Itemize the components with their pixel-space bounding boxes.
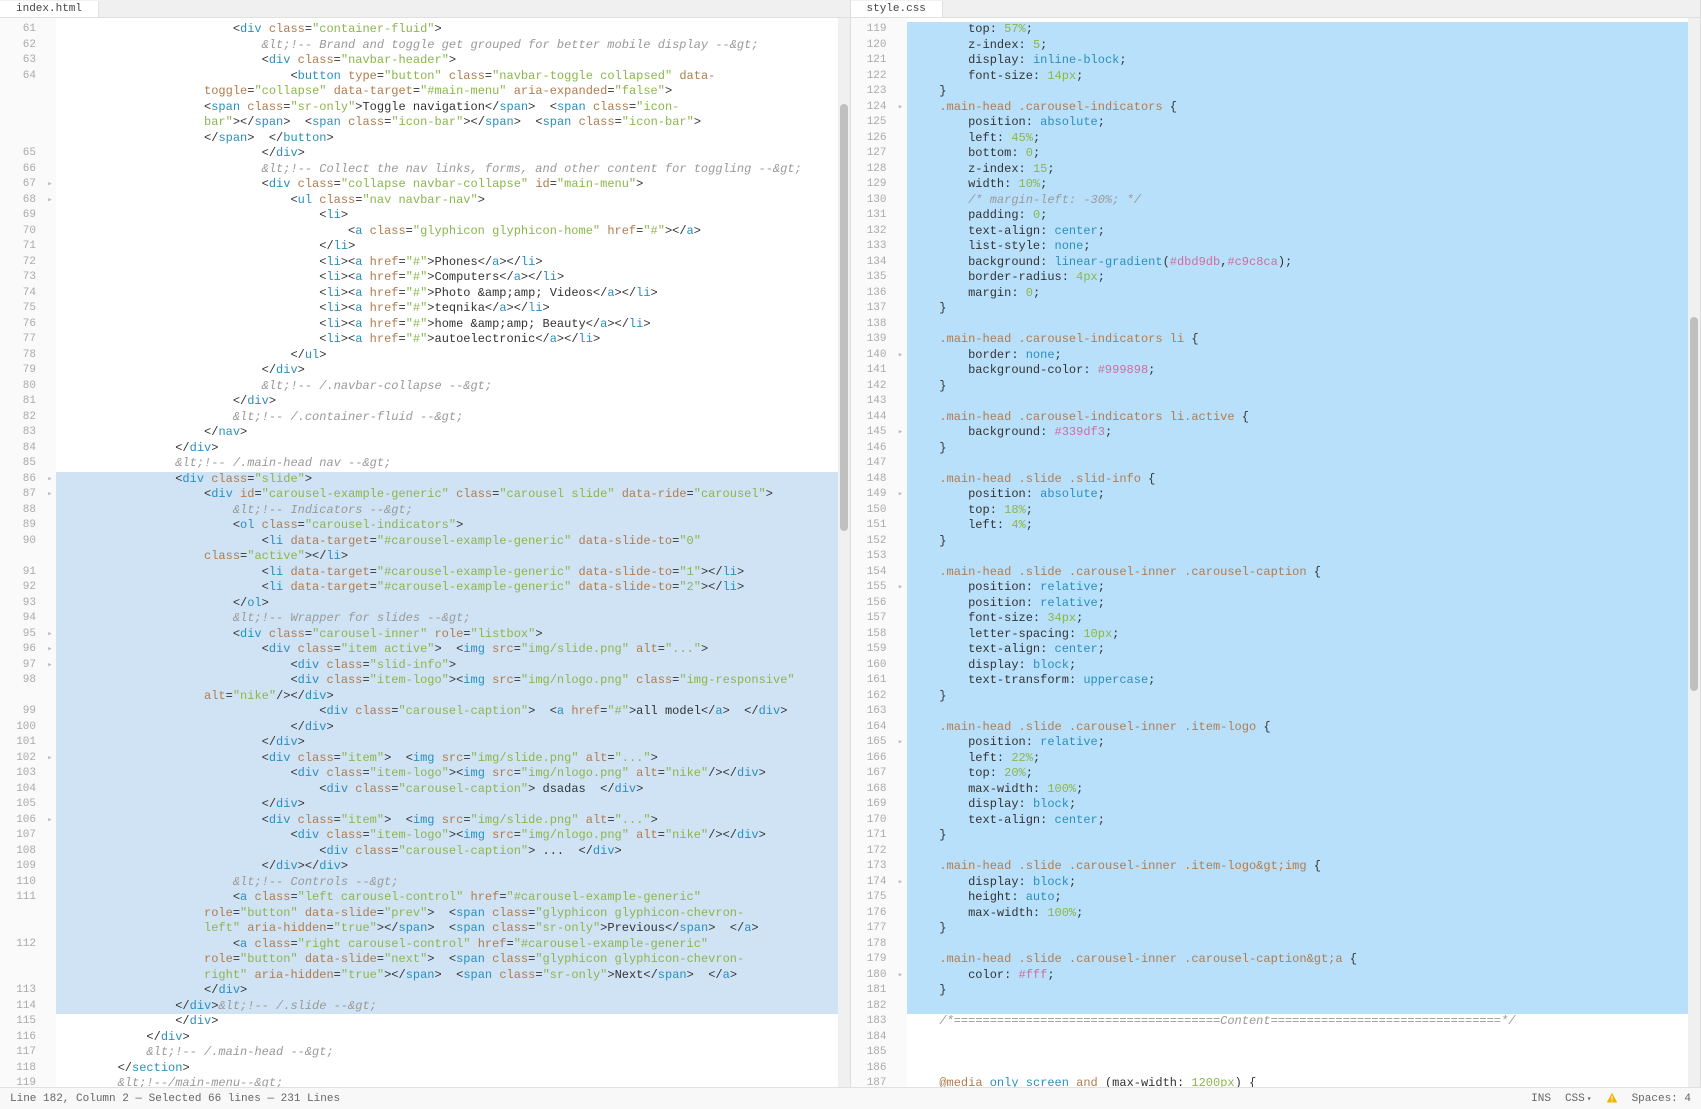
tab-index-html[interactable]: index.html [0, 1, 99, 17]
right-pane: style.css 119120121122123124125126127128… [851, 0, 1701, 1087]
tab-style-css[interactable]: style.css [851, 1, 943, 17]
warning-icon [1606, 1092, 1618, 1104]
status-warn[interactable] [1606, 1092, 1618, 1105]
status-ins[interactable]: INS [1531, 1093, 1551, 1105]
right-scrollbar[interactable] [1688, 18, 1700, 1087]
right-code-lines[interactable]: top: 57%; z-index: 5; display: inline-bl… [907, 18, 1701, 1087]
left-code-area[interactable]: 6162636465666768697071727374757677787980… [0, 18, 850, 1087]
right-code-area[interactable]: 1191201211221231241251261271281291301311… [851, 18, 1701, 1087]
right-fold-column[interactable]: ▸▸▸▸▸▸▸▸ [895, 18, 907, 1087]
left-code-lines[interactable]: <div class="container-fluid"> &lt;!-- Br… [56, 18, 850, 1087]
status-lang[interactable]: CSS▾ [1565, 1093, 1592, 1105]
statusbar: Line 182, Column 2 — Selected 66 lines —… [0, 1087, 1701, 1109]
left-tabbar: index.html [0, 0, 850, 18]
right-tabbar: style.css [851, 0, 1701, 18]
left-fold-column[interactable]: ▸▸▸▸▸▸▸▸▸ [44, 18, 56, 1087]
editor-split: index.html 61626364656667686970717273747… [0, 0, 1701, 1087]
left-gutter: 6162636465666768697071727374757677787980… [0, 18, 44, 1087]
status-cursor: Line 182, Column 2 — Selected 66 lines —… [10, 1093, 1517, 1105]
left-pane: index.html 61626364656667686970717273747… [0, 0, 851, 1087]
left-scrollbar[interactable] [838, 18, 850, 1087]
status-spaces[interactable]: Spaces: 4 [1632, 1093, 1691, 1105]
right-gutter: 1191201211221231241251261271281291301311… [851, 18, 895, 1087]
